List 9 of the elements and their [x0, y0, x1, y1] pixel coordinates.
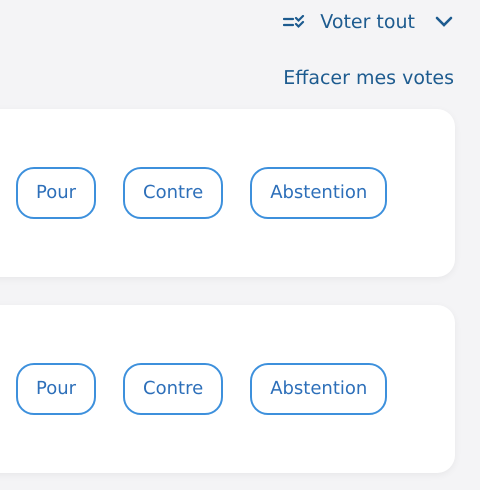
vote-option-button[interactable]: Pour — [16, 166, 96, 218]
vote-option-button[interactable]: Abstention — [250, 362, 388, 414]
vote-all-dropdown[interactable]: Voter tout — [283, 8, 453, 36]
clear-votes-link[interactable]: Effacer mes votes — [283, 64, 454, 92]
vote-option-button[interactable]: Contre — [123, 166, 224, 218]
chevron-down-icon — [435, 16, 453, 28]
vote-option-button[interactable]: Pour — [16, 362, 96, 414]
vote-option-button[interactable]: Abstention — [250, 166, 388, 218]
vote-option-button[interactable]: Contre — [123, 362, 224, 414]
